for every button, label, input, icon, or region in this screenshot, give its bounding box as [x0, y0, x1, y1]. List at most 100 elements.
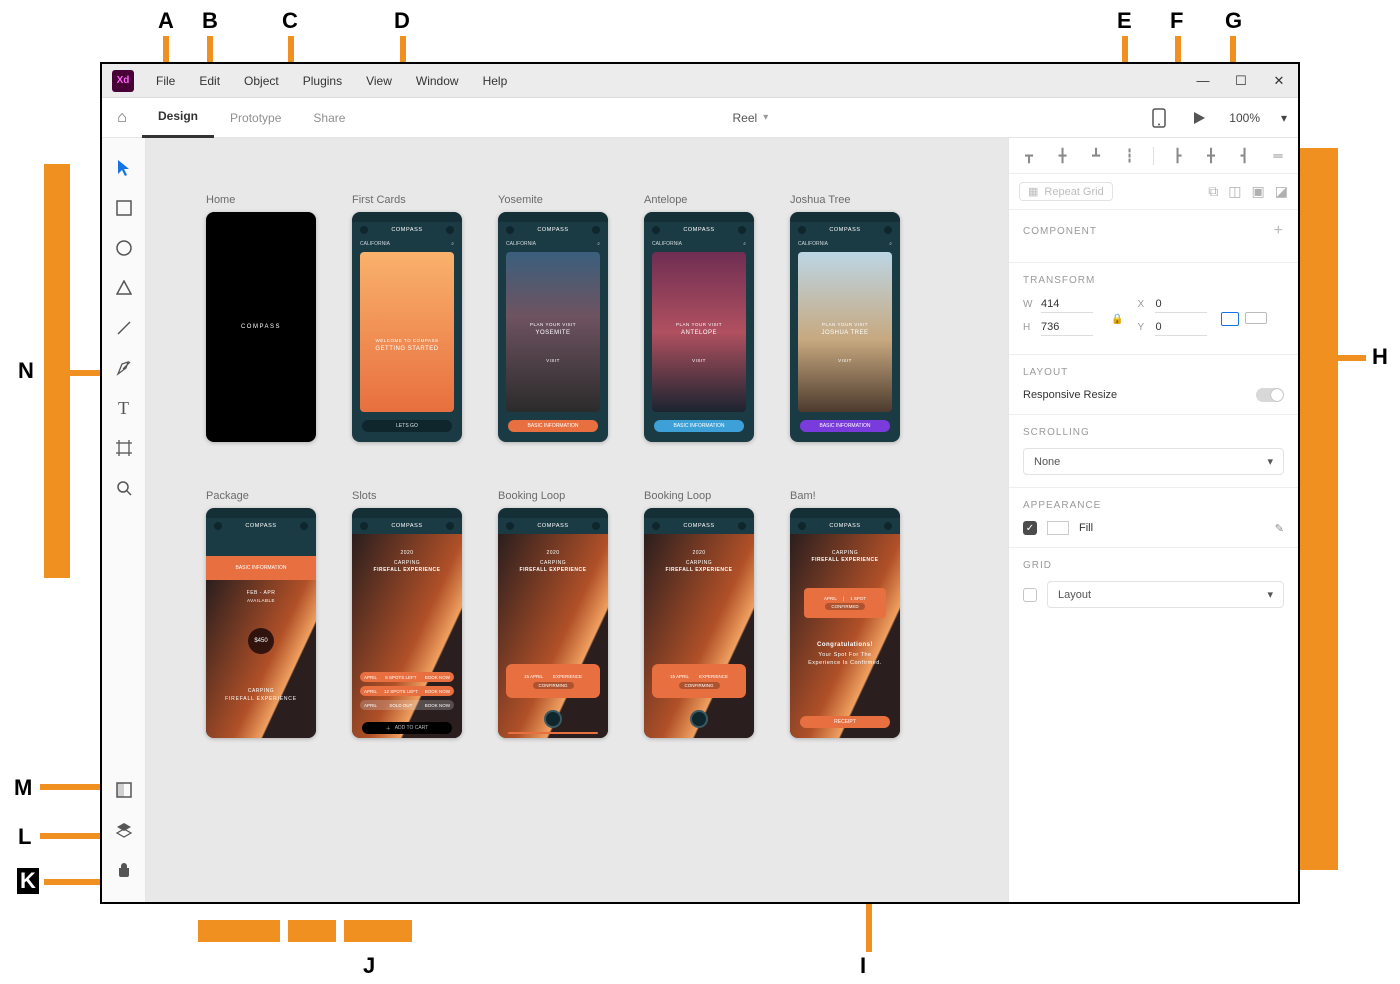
artboard-yosemite[interactable]: Yosemite COMPASS CALIFORNIA⌕ PLAN YOUR V… [498, 194, 608, 442]
artboard-booking-loop-2[interactable]: Booking Loop COMPASS 2020 CARPING FIREFA… [644, 490, 754, 738]
artboard-title: Antelope [644, 194, 754, 206]
menu-view[interactable]: View [354, 74, 404, 88]
artboard-title: First Cards [352, 194, 462, 206]
fill-swatch[interactable] [1047, 521, 1069, 535]
left-toolbar: T [102, 138, 146, 902]
menu-window[interactable]: Window [404, 74, 471, 88]
fill-checkbox[interactable]: ✓ [1023, 521, 1037, 535]
tab-share[interactable]: Share [297, 98, 361, 138]
artboard-home[interactable]: Home COMPASS [206, 194, 316, 442]
plugins-panel-icon[interactable] [102, 850, 146, 890]
menu-plugins[interactable]: Plugins [291, 74, 354, 88]
j-block [198, 920, 280, 942]
artboard-text: CONFIRMED [825, 603, 864, 610]
artboard-text: $450 [248, 628, 274, 654]
close-button[interactable]: ✕ [1260, 73, 1298, 89]
artboard-package[interactable]: Package COMPASS BASIC INFORMATION FEB - … [206, 490, 316, 738]
tab-prototype[interactable]: Prototype [214, 98, 297, 138]
artboard-text: ANTELOPE [652, 330, 746, 336]
layers-panel-icon[interactable] [102, 810, 146, 850]
boolean-exclude-icon[interactable]: ◪ [1275, 183, 1288, 200]
artboard-button: BASIC INFORMATION [508, 420, 598, 432]
align-hcenter-icon[interactable]: ╋ [1201, 146, 1221, 166]
menu-file[interactable]: File [144, 74, 187, 88]
artboard-text: ADD TO CART [395, 725, 429, 731]
height-input[interactable] [1041, 319, 1093, 336]
rectangle-tool-icon[interactable] [102, 188, 146, 228]
tick [40, 784, 106, 790]
h-label: H [1023, 322, 1035, 333]
chevron-down-icon: ▾ [1267, 455, 1273, 468]
zoom-chevron-icon[interactable]: ▾ [1270, 111, 1298, 125]
menu-edit[interactable]: Edit [187, 74, 232, 88]
maximize-button[interactable]: ☐ [1222, 73, 1260, 89]
width-input[interactable] [1041, 296, 1093, 313]
play-icon[interactable] [1179, 111, 1219, 125]
artboard-slots[interactable]: Slots COMPASS 2020 CARPING FIREFALL EXPE… [352, 490, 462, 738]
zoom-tool-icon[interactable] [102, 468, 146, 508]
artboard-antelope[interactable]: Antelope COMPASS CALIFORNIA⌕ PLAN YOUR V… [644, 194, 754, 442]
artboard-text: APRIL [364, 675, 377, 680]
align-left-icon[interactable]: ┣ [1168, 146, 1188, 166]
align-right-icon[interactable]: ┫ [1235, 146, 1255, 166]
grid-dropdown[interactable]: Layout▾ [1047, 581, 1284, 608]
landscape-icon[interactable] [1245, 312, 1267, 324]
distribute-v-icon[interactable]: ┇ [1120, 146, 1140, 166]
artboard-text: Congratulations! [790, 642, 900, 648]
layout-heading: LAYOUT [1023, 367, 1284, 378]
n-bar [44, 164, 70, 578]
pen-tool-icon[interactable] [102, 348, 146, 388]
distribute-h-icon[interactable]: ═ [1268, 146, 1288, 166]
polygon-tool-icon[interactable] [102, 268, 146, 308]
callout-c: C [282, 8, 298, 34]
artboard-text: 1 SPOT [850, 596, 866, 601]
artboard-text: WELCOME TO COMPASS [360, 338, 454, 343]
tab-design[interactable]: Design [142, 98, 214, 138]
text-tool-icon[interactable]: T [102, 388, 146, 428]
artboard-bam[interactable]: Bam! COMPASS CARPING FIREFALL EXPERIENCE… [790, 490, 900, 738]
line-tool-icon[interactable] [102, 308, 146, 348]
lock-aspect-icon[interactable]: 🔒 [1111, 314, 1123, 325]
artboard-text: EXPERIENCE [699, 674, 728, 679]
artboard-tool-icon[interactable] [102, 428, 146, 468]
grid-checkbox[interactable] [1023, 588, 1037, 602]
select-tool-icon[interactable] [102, 148, 146, 188]
home-icon[interactable]: ⌂ [102, 109, 142, 127]
boolean-intersect-icon[interactable]: ▣ [1252, 183, 1265, 200]
ellipse-tool-icon[interactable] [102, 228, 146, 268]
y-input[interactable] [1155, 319, 1207, 336]
minimize-button[interactable]: — [1184, 73, 1222, 88]
canvas-pasteboard[interactable]: Home COMPASS First Cards COMPASS CALIFOR… [146, 138, 1008, 902]
artboard-joshua-tree[interactable]: Joshua Tree COMPASS CALIFORNIA⌕ PLAN YOU… [790, 194, 900, 442]
portrait-icon[interactable] [1221, 312, 1239, 326]
document-name-dropdown[interactable]: Reel▾ [733, 111, 769, 125]
align-vcenter-icon[interactable]: ╋ [1053, 146, 1073, 166]
menu-help[interactable]: Help [471, 74, 520, 88]
align-bottom-icon[interactable]: ┻ [1086, 146, 1106, 166]
y-label: Y [1137, 322, 1149, 333]
scrolling-dropdown[interactable]: None▾ [1023, 448, 1284, 475]
eyedropper-icon[interactable]: ✎ [1275, 522, 1284, 535]
menu-object[interactable]: Object [232, 74, 291, 88]
appearance-heading: APPEARANCE [1023, 500, 1284, 511]
artboard-text: CALIFORNIA [798, 241, 828, 247]
boolean-add-icon[interactable]: ⧉ [1208, 183, 1218, 200]
zoom-level[interactable]: 100% [1219, 111, 1270, 125]
responsive-resize-toggle[interactable] [1256, 388, 1284, 402]
assets-panel-icon[interactable] [102, 770, 146, 810]
artboard-text: APRIL [824, 596, 837, 601]
artboard-text: CALIFORNIA [506, 241, 536, 247]
artboard-booking-loop-1[interactable]: Booking Loop COMPASS 2020 CARPING FIREFA… [498, 490, 608, 738]
artboard-title: Slots [352, 490, 462, 502]
add-component-icon[interactable]: + [1274, 222, 1284, 240]
artboard-text: COMPASS [790, 518, 900, 534]
align-top-icon[interactable]: ┳ [1019, 146, 1039, 166]
boolean-subtract-icon[interactable]: ◫ [1228, 183, 1241, 200]
x-input[interactable] [1155, 296, 1207, 313]
device-preview-icon[interactable] [1139, 108, 1179, 128]
artboard-first-cards[interactable]: First Cards COMPASS CALIFORNIA⌕ WELCOME … [352, 194, 462, 442]
artboard-title: Package [206, 490, 316, 502]
tick [44, 879, 106, 885]
tick [1338, 355, 1366, 361]
repeat-grid-button[interactable]: ▦Repeat Grid [1019, 182, 1113, 201]
